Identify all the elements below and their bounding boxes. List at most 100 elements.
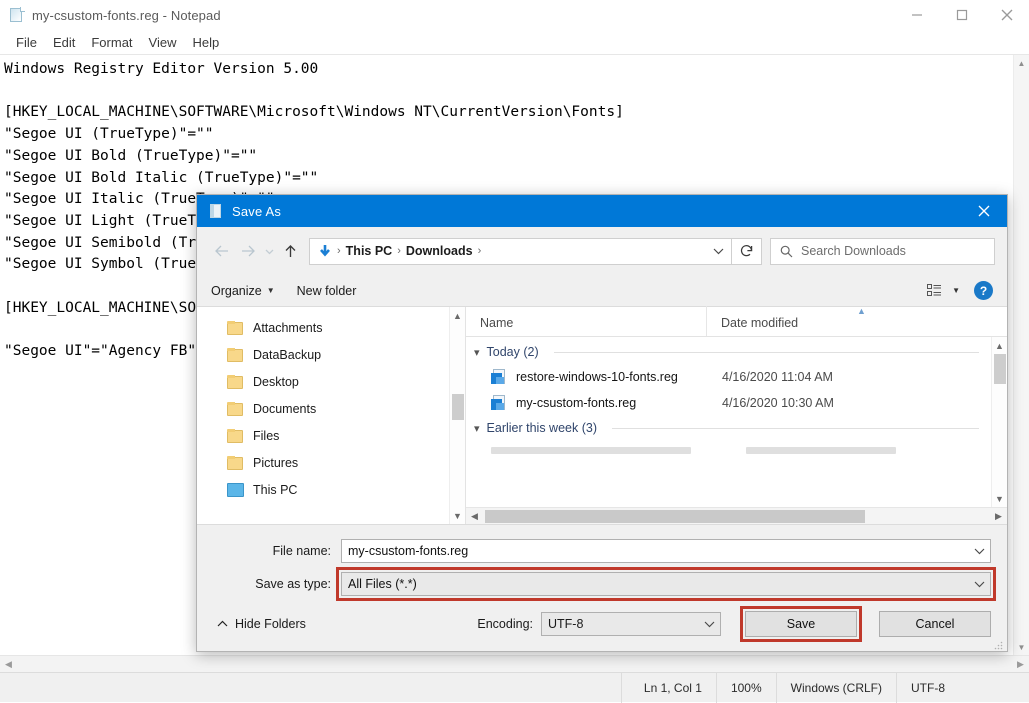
scroll-thumb[interactable] — [452, 394, 464, 420]
recent-locations-icon[interactable] — [261, 238, 277, 264]
this-pc-icon — [227, 483, 244, 497]
notepad-status-bar: Ln 1, Col 1 100% Windows (CRLF) UTF-8 — [0, 672, 1029, 702]
file-list-item[interactable]: restore-windows-10-fonts.reg4/16/2020 11… — [466, 364, 991, 390]
save-as-dialog: Save As › This PC › Downloads — [196, 194, 1008, 652]
sort-indicator-icon: ▲ — [857, 306, 866, 316]
scroll-up-icon[interactable]: ▲ — [1014, 55, 1029, 71]
file-group-label: Today (2) — [487, 345, 539, 359]
forward-arrow-icon[interactable] — [235, 238, 261, 264]
tree-item[interactable]: DataBackup — [197, 341, 449, 368]
scroll-down-icon[interactable]: ▼ — [450, 507, 466, 524]
save-button[interactable]: Save — [745, 611, 857, 637]
scroll-track[interactable] — [1014, 71, 1029, 639]
notepad-vertical-scrollbar[interactable]: ▲ ▼ — [1013, 55, 1029, 655]
tree-item[interactable]: Desktop — [197, 368, 449, 395]
address-bar[interactable]: › This PC › Downloads › — [309, 238, 732, 265]
encoding-label: Encoding: — [477, 617, 533, 631]
tree-item[interactable]: Pictures — [197, 449, 449, 476]
folder-icon — [227, 402, 244, 416]
refresh-icon[interactable] — [732, 238, 762, 265]
breadcrumb-downloads[interactable]: Downloads — [403, 244, 476, 258]
search-input[interactable]: Search Downloads — [770, 238, 995, 265]
minimize-icon[interactable] — [894, 0, 939, 31]
tree-item[interactable]: Attachments — [197, 314, 449, 341]
file-list-item-clipped[interactable] — [466, 440, 991, 460]
file-group-header[interactable]: ▾ Today (2) — [466, 340, 991, 364]
file-list-vertical-scrollbar[interactable]: ▲ ▼ — [991, 337, 1007, 507]
scroll-track-horizontal[interactable] — [17, 656, 1012, 673]
tree-item-label: This PC — [253, 483, 297, 497]
chevron-down-icon[interactable]: ▼ — [952, 286, 960, 295]
scroll-left-icon[interactable]: ◀ — [0, 656, 17, 673]
registry-file-icon — [491, 395, 507, 411]
tree-item[interactable]: Files — [197, 422, 449, 449]
scroll-up-icon[interactable]: ▲ — [450, 307, 466, 324]
scroll-track-horizontal[interactable] — [483, 508, 990, 525]
breadcrumb-separator: › — [335, 245, 343, 257]
column-header-date-modified[interactable]: ▲ Date modified — [706, 306, 1007, 336]
file-list-rows: ▾ Today (2) restore-windows-10-fonts.reg4/… — [466, 337, 991, 507]
maximize-icon[interactable] — [939, 0, 984, 31]
breadcrumb-this-pc[interactable]: This PC — [343, 244, 396, 258]
menu-edit[interactable]: Edit — [45, 34, 83, 52]
chevron-down-icon[interactable]: ▾ — [474, 346, 480, 359]
file-name: restore-windows-10-fonts.reg — [516, 370, 722, 384]
file-date-modified: 4/16/2020 10:30 AM — [722, 396, 834, 410]
file-name-input[interactable]: my-csustom-fonts.reg — [341, 539, 991, 563]
file-list-item[interactable]: my-csustom-fonts.reg4/16/2020 10:30 AM — [466, 390, 991, 416]
notepad-document-icon — [9, 7, 25, 23]
encoding-select[interactable]: UTF-8 — [541, 612, 721, 636]
cancel-button[interactable]: Cancel — [879, 611, 991, 637]
view-layout-icon[interactable] — [927, 284, 942, 297]
chevron-down-icon[interactable]: ▾ — [474, 422, 480, 435]
column-header-name[interactable]: Name — [466, 306, 706, 336]
scroll-left-icon[interactable]: ◀ — [466, 508, 483, 525]
save-button-wrapper: Save — [745, 611, 857, 637]
notepad-document-icon — [208, 203, 224, 219]
scroll-up-icon[interactable]: ▲ — [992, 337, 1008, 354]
scroll-down-icon[interactable]: ▼ — [992, 490, 1008, 507]
file-group-header[interactable]: ▾Earlier this week (3) — [466, 416, 991, 440]
tree-item[interactable]: This PC — [197, 476, 449, 503]
scroll-right-icon[interactable]: ▶ — [1012, 656, 1029, 673]
chevron-down-icon[interactable] — [698, 620, 720, 628]
chevron-down-icon[interactable] — [968, 580, 990, 588]
notepad-horizontal-scrollbar[interactable]: ◀ ▶ — [0, 655, 1029, 672]
scroll-right-icon[interactable]: ▶ — [990, 508, 1007, 525]
breadcrumb-separator: › — [395, 245, 403, 257]
status-line-endings: Windows (CRLF) — [776, 673, 896, 703]
save-as-type-select[interactable]: All Files (*.*) — [341, 572, 991, 596]
organize-button[interactable]: Organize ▼ — [211, 284, 275, 298]
status-encoding: UTF-8 — [896, 673, 959, 703]
scroll-thumb-horizontal[interactable] — [485, 510, 865, 523]
scroll-track[interactable] — [992, 354, 1008, 490]
breadcrumb-separator[interactable]: › — [476, 245, 484, 257]
resize-grip-icon[interactable] — [994, 639, 1003, 648]
scroll-track[interactable] — [450, 324, 466, 507]
file-list-horizontal-scrollbar[interactable]: ◀ ▶ — [466, 507, 1007, 524]
back-arrow-icon[interactable] — [209, 238, 235, 264]
tree-vertical-scrollbar[interactable]: ▲ ▼ — [449, 307, 465, 524]
downloads-arrow-icon — [316, 243, 333, 260]
menu-file[interactable]: File — [8, 34, 45, 52]
save-as-type-label: Save as type: — [213, 577, 341, 591]
file-date-modified: 4/16/2020 11:04 AM — [722, 370, 833, 384]
hide-folders-button[interactable]: Hide Folders — [217, 617, 306, 631]
new-folder-button[interactable]: New folder — [297, 284, 357, 298]
up-arrow-icon[interactable] — [277, 238, 303, 264]
tree-item-label: Files — [253, 429, 279, 443]
chevron-down-icon[interactable] — [705, 239, 731, 264]
scroll-down-icon[interactable]: ▼ — [1014, 639, 1029, 655]
close-icon[interactable] — [984, 0, 1029, 31]
tree-item[interactable]: Documents — [197, 395, 449, 422]
menu-format[interactable]: Format — [83, 34, 140, 52]
close-icon[interactable] — [961, 195, 1007, 227]
help-button[interactable]: ? — [974, 281, 993, 300]
chevron-down-icon[interactable] — [968, 547, 990, 555]
folder-icon — [227, 375, 244, 389]
file-list-body: ▾ Today (2) restore-windows-10-fonts.reg4/… — [466, 337, 1007, 507]
scroll-thumb[interactable] — [994, 354, 1006, 384]
folder-icon — [227, 456, 244, 470]
menu-help[interactable]: Help — [184, 34, 227, 52]
menu-view[interactable]: View — [141, 34, 185, 52]
